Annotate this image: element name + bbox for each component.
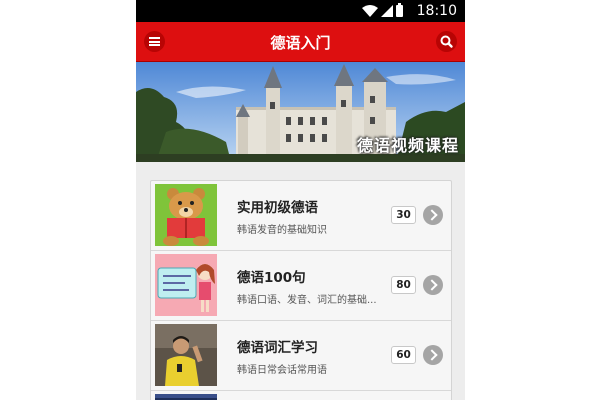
app-bar: 德语入门 <box>136 22 465 62</box>
lesson-count-badge: 60 <box>391 346 416 364</box>
battery-icon <box>396 3 403 17</box>
course-thumbnail <box>155 394 217 400</box>
course-thumbnail <box>155 184 217 246</box>
search-icon <box>440 35 453 48</box>
banner-caption: 德语视频课程 <box>356 136 459 155</box>
course-thumbnail <box>155 254 217 316</box>
teacher-photo-image <box>155 324 217 386</box>
course-item[interactable]: 德语100句 韩语口语、发音、词汇的基础... 80 <box>151 251 451 321</box>
chevron-right-icon[interactable] <box>423 205 443 225</box>
phone-screen: 18:10 德语入门 德语视频课程 实用初级德语 韩语发音的基础知识 30 德语… <box>136 0 465 400</box>
search-button[interactable] <box>436 31 457 52</box>
course-item[interactable]: 德语词汇学习 韩语日常会话常用语 60 <box>151 321 451 391</box>
signal-icon <box>381 5 393 17</box>
status-bar: 18:10 <box>136 0 465 22</box>
lesson-count-badge: 30 <box>391 206 416 224</box>
partial-thumbnail-image <box>155 394 217 400</box>
bear-reading-image <box>155 184 217 246</box>
app-title: 德语入门 <box>270 34 331 52</box>
course-subtitle: 韩语口语、发音、词汇的基础... <box>237 295 377 306</box>
chevron-right-icon[interactable] <box>423 275 443 295</box>
course-title: 实用初级德语 <box>237 200 318 216</box>
status-icons <box>362 3 403 17</box>
course-item[interactable]: 实用初级德语 韩语发音的基础知识 30 <box>151 181 451 251</box>
girl-sign-image <box>155 254 217 316</box>
course-subtitle: 韩语发音的基础知识 <box>237 225 327 236</box>
lesson-count-badge: 80 <box>391 276 416 294</box>
course-list: 实用初级德语 韩语发音的基础知识 30 德语100句 韩语口语、发音、词汇的基础… <box>150 180 452 400</box>
banner[interactable]: 德语视频课程 <box>136 62 465 162</box>
status-time: 18:10 <box>416 3 457 19</box>
course-subtitle: 韩语日常会话常用语 <box>237 365 327 376</box>
course-title: 德语词汇学习 <box>237 340 318 356</box>
chevron-right-icon[interactable] <box>423 345 443 365</box>
course-title: 德语100句 <box>237 270 306 286</box>
course-thumbnail <box>155 324 217 386</box>
course-item[interactable] <box>151 391 451 400</box>
wifi-icon <box>362 5 378 17</box>
